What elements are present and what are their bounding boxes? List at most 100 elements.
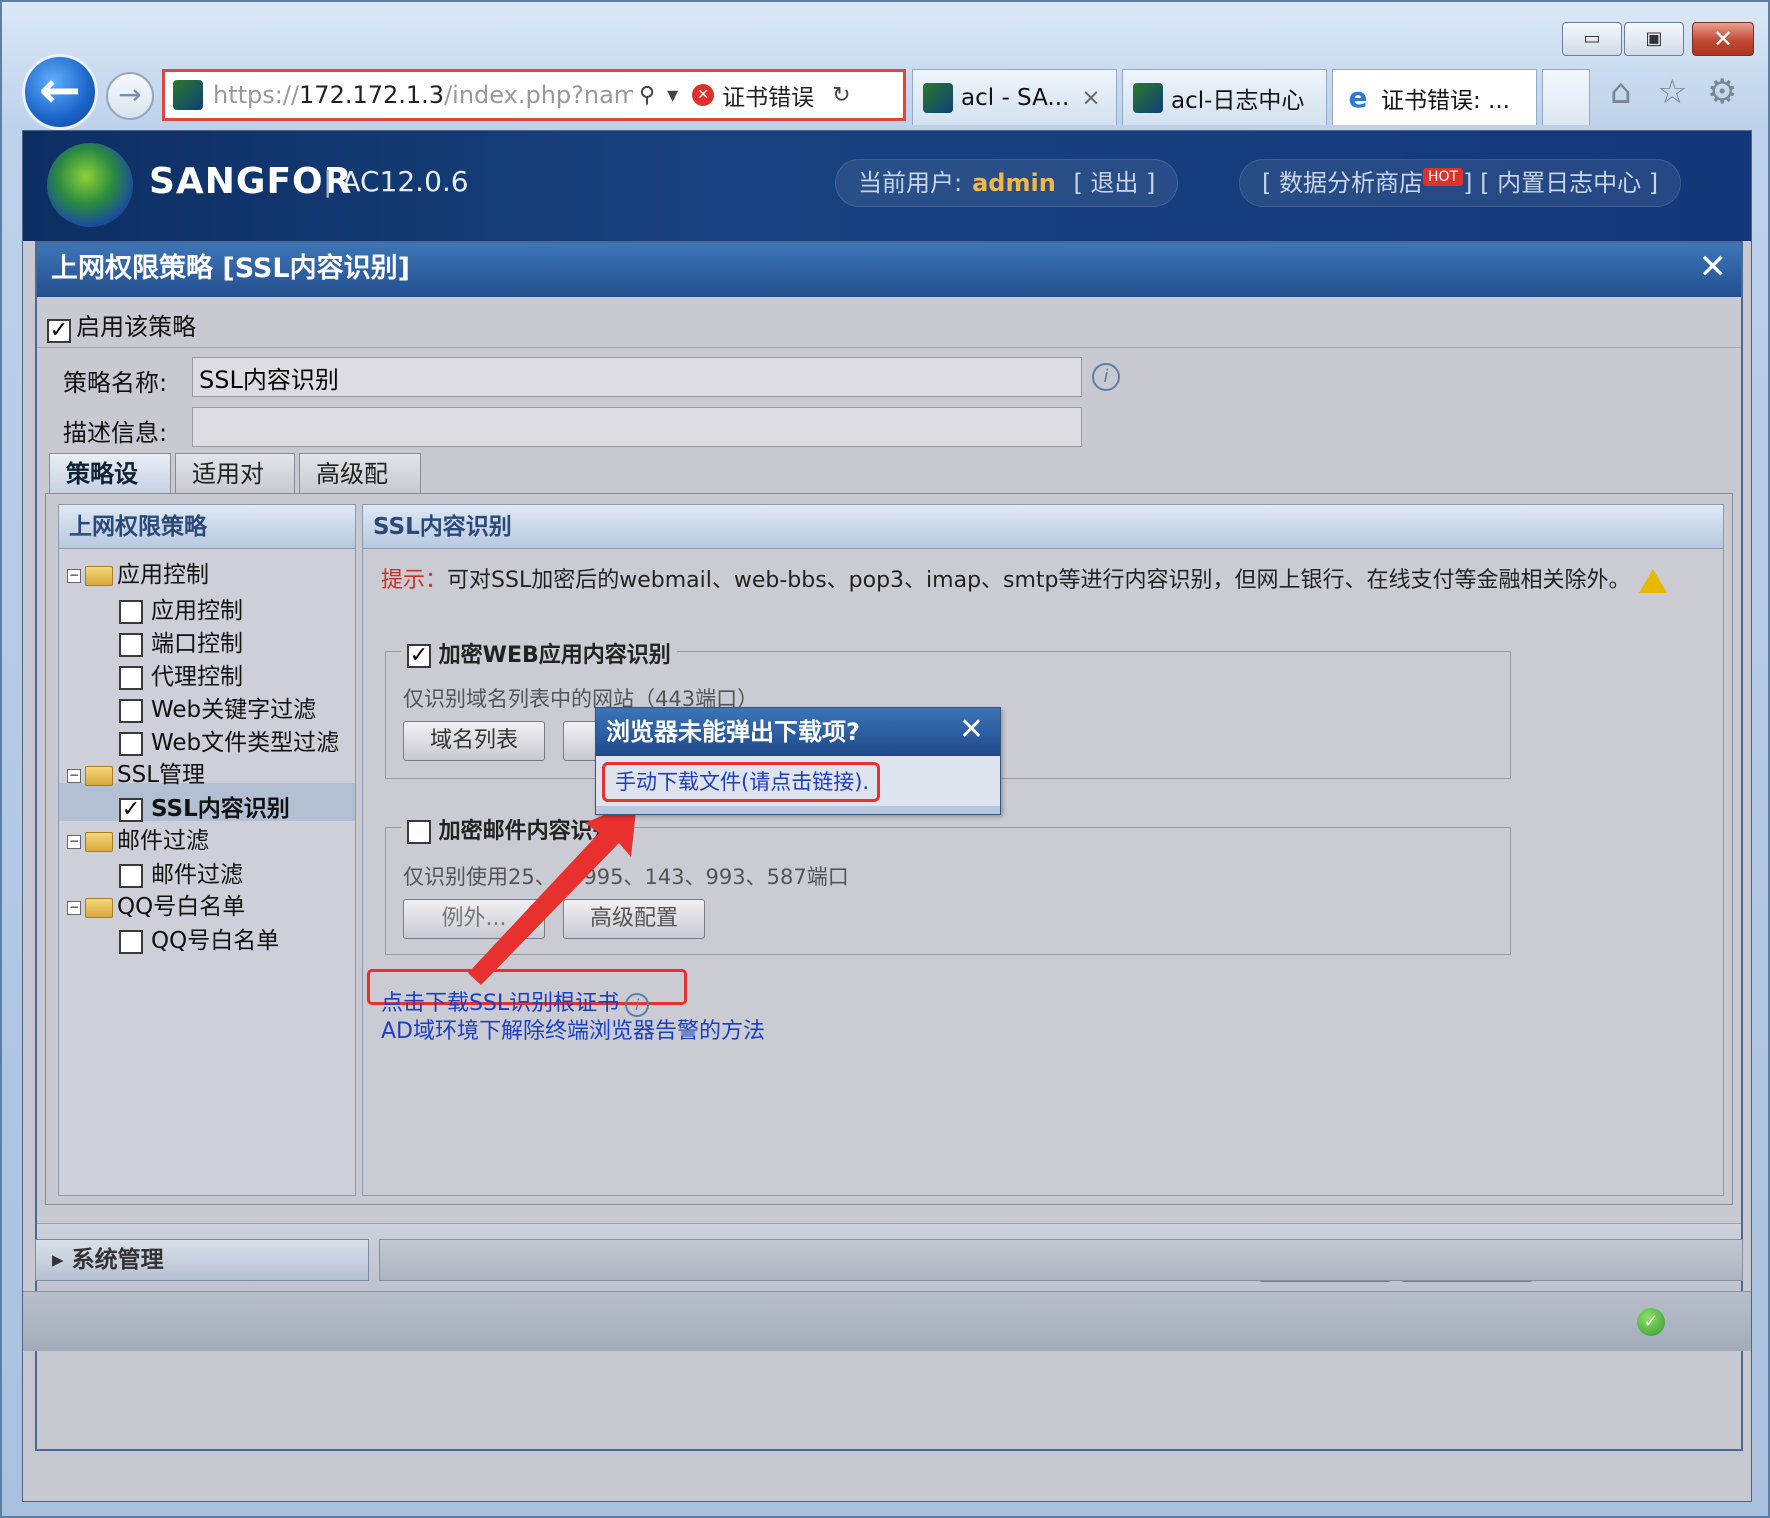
tree-item[interactable]: 代理控制	[119, 657, 243, 691]
info-icon[interactable]: i	[1092, 363, 1120, 391]
mail-content-checkbox[interactable]	[407, 820, 431, 844]
tree-checkbox[interactable]	[119, 929, 143, 954]
description-label: 描述信息:	[63, 419, 168, 447]
tree-checkbox[interactable]	[119, 698, 143, 723]
tree-item-label: Web关键字过滤	[151, 697, 317, 723]
tab-title: acl - SA...	[961, 84, 1070, 111]
new-tab-button[interactable]	[1542, 69, 1590, 125]
web-content-checkbox[interactable]: ✓	[407, 644, 431, 668]
tree-item-label: SSL内容识别	[151, 796, 290, 822]
favorites-icon[interactable]: ☆	[1657, 72, 1687, 112]
collapse-icon[interactable]: −	[67, 900, 81, 915]
close-icon[interactable]: ✕	[959, 712, 984, 747]
back-button[interactable]: ←	[22, 54, 98, 130]
collapse-icon[interactable]: −	[67, 834, 81, 849]
policy-tree: 上网权限策略 − 应用控制 应用控制 端口控制 代理控制 Web关键字过滤 Web…	[58, 504, 356, 1196]
tree-item[interactable]: QQ号白名单	[119, 921, 279, 955]
tree-header: 上网权限策略	[59, 505, 355, 549]
mail-content-title: 加密邮件内容识别	[438, 819, 615, 844]
tree-item[interactable]: 邮件过滤	[119, 855, 243, 889]
description-input[interactable]	[192, 407, 1082, 447]
status-ok-icon: ✓	[1637, 1308, 1665, 1336]
forward-button[interactable]: →	[106, 72, 154, 120]
enable-policy[interactable]: ✓ 启用该策略	[47, 307, 196, 343]
dialog-title: 上网权限策略 [SSL内容识别]	[37, 243, 1741, 297]
ad-domain-help-link[interactable]: AD域环境下解除终端浏览器告警的方法	[381, 1013, 765, 1045]
folder-icon	[85, 765, 113, 786]
collapse-icon[interactable]: −	[67, 768, 81, 783]
tree-item[interactable]: Web关键字过滤	[119, 690, 316, 724]
enable-label: 启用该策略	[76, 313, 197, 341]
bottom-bar	[379, 1239, 1743, 1281]
system-management-menu[interactable]: ▸ 系统管理	[35, 1239, 369, 1281]
home-icon[interactable]: ⌂	[1610, 72, 1632, 112]
tab-panel: 上网权限策略 − 应用控制 应用控制 端口控制 代理控制 Web关键字过滤 Web…	[45, 493, 1733, 1205]
mail-advanced-button[interactable]: 高级配置	[563, 899, 705, 939]
browser-window: ▭ ▣ ✕ ← → https://172.172.1.3/index.php?…	[0, 0, 1770, 1518]
web-content-legend[interactable]: ✓ 加密WEB应用内容识别	[401, 637, 677, 669]
mail-content-fieldset	[385, 827, 1511, 955]
url-text[interactable]: https://172.172.1.3/index.php?name_j	[213, 81, 633, 109]
logout-link[interactable]: [ 退出 ]	[1073, 169, 1155, 197]
sangfor-logo-icon	[47, 143, 133, 227]
browser-tab-active[interactable]: e 证书错误: ...	[1332, 69, 1537, 125]
tree-group-label: SSL管理	[117, 762, 206, 788]
tree-checkbox[interactable]	[119, 863, 143, 888]
web-content-title: 加密WEB应用内容识别	[438, 643, 671, 668]
mail-content-note: 仅识别使用25、 、995、143、993、587端口	[403, 865, 849, 889]
tree-checkbox[interactable]	[119, 665, 143, 690]
address-bar[interactable]: https://172.172.1.3/index.php?name_j ⚲ ▾…	[162, 69, 906, 121]
domain-list-button[interactable]: 域名列表	[403, 721, 545, 761]
tab-policy-settings[interactable]: 策略设置	[49, 453, 171, 528]
manual-download-link[interactable]: 手动下载文件(请点击链接).	[602, 762, 880, 802]
tree-group-label: QQ号白名单	[117, 894, 246, 920]
data-shop-link[interactable]: [ 数据分析商店	[1262, 169, 1423, 197]
tab-advanced-config[interactable]: 高级配置	[299, 453, 421, 528]
browser-tab[interactable]: acl-日志中心	[1122, 69, 1327, 125]
folder-icon	[85, 897, 113, 918]
browser-tab[interactable]: acl - SA... ×	[912, 69, 1117, 125]
enable-checkbox[interactable]: ✓	[47, 318, 71, 343]
tree-group-mail[interactable]: − 邮件过滤	[67, 821, 209, 855]
site-favicon-icon	[173, 80, 203, 110]
tip-label: 提示：	[381, 568, 448, 593]
search-icon[interactable]: ⚲	[639, 83, 655, 108]
tree-checkbox[interactable]	[119, 632, 143, 657]
system-management-label: 系统管理	[71, 1247, 164, 1273]
minimize-button[interactable]: ▭	[1562, 22, 1622, 56]
policy-name-input[interactable]	[192, 357, 1082, 397]
cert-error-icon[interactable]: ✕	[692, 84, 715, 106]
mail-content-legend[interactable]: 加密邮件内容识别	[401, 813, 621, 845]
app-version: AC12.0.6	[323, 165, 468, 198]
policy-name-label: 策略名称:	[63, 369, 168, 397]
tree-checkbox[interactable]	[119, 731, 143, 756]
tree-checkbox[interactable]	[119, 599, 143, 624]
tree-item-selected[interactable]: ✓ SSL内容识别	[119, 789, 290, 823]
close-icon[interactable]: ✕	[1699, 247, 1728, 287]
cert-error-label[interactable]: 证书错误	[722, 78, 814, 112]
tree-checkbox-checked[interactable]: ✓	[119, 797, 143, 822]
gear-icon[interactable]: ⚙	[1707, 72, 1737, 112]
log-center-link[interactable]: [ 内置日志中心 ]	[1480, 169, 1658, 197]
tree-item[interactable]: 应用控制	[119, 591, 243, 625]
tree-item[interactable]: 端口控制	[119, 624, 243, 658]
maximize-button[interactable]: ▣	[1624, 22, 1684, 56]
close-tab-icon[interactable]: ×	[1081, 85, 1100, 111]
tree-group-label: 邮件过滤	[117, 828, 209, 854]
tree-group-qq[interactable]: − QQ号白名单	[67, 887, 245, 921]
tree-group-ssl[interactable]: − SSL管理	[67, 755, 205, 789]
hot-badge: HOT	[1423, 168, 1464, 186]
dropdown-icon[interactable]: ▾	[667, 83, 678, 108]
brand-name: SANGFOR	[149, 161, 353, 202]
tree-item-label: 代理控制	[151, 664, 243, 690]
ie-favicon-icon: e	[1348, 80, 1368, 114]
popup-footer	[596, 806, 1000, 814]
tree-item-label: 端口控制	[151, 631, 243, 657]
exception-button[interactable]: 例外...	[403, 899, 545, 939]
tab-applicable-objects[interactable]: 适用对象	[175, 453, 295, 528]
collapse-icon[interactable]: −	[67, 568, 81, 583]
refresh-icon[interactable]: ↻	[832, 83, 850, 108]
tree-group-app-control[interactable]: − 应用控制	[67, 555, 209, 589]
tree-item[interactable]: Web文件类型过滤	[119, 723, 339, 757]
close-window-button[interactable]: ✕	[1692, 22, 1754, 56]
